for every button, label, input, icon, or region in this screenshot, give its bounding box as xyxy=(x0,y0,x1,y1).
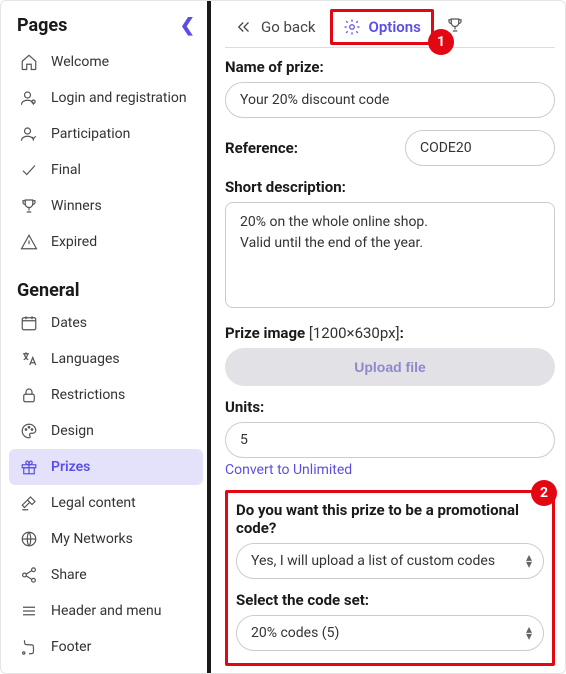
sidebar-item-footer[interactable]: Footer xyxy=(9,629,203,665)
main-panel: Go back Options 1 Name of prize: Referen… xyxy=(211,1,565,673)
codeset-select[interactable]: 20% codes (5) xyxy=(236,615,544,651)
convert-unlimited-link[interactable]: Convert to Unlimited xyxy=(225,462,352,478)
calendar-icon xyxy=(19,313,39,333)
nav-label: Footer xyxy=(51,639,91,655)
palette-icon xyxy=(19,421,39,441)
nav-label: Welcome xyxy=(51,54,109,70)
nav-label: Design xyxy=(51,423,94,439)
sidebar-item-design[interactable]: Design xyxy=(9,413,203,449)
name-of-prize-label: Name of prize: xyxy=(225,58,555,76)
sidebar: Pages ❮ Welcome Login and registration P… xyxy=(1,1,211,673)
user-check-icon xyxy=(19,124,39,144)
promotional-code-section: 2 Do you want this prize to be a promoti… xyxy=(225,490,555,666)
nav-label: Participation xyxy=(51,126,130,142)
sidebar-item-prizes[interactable]: Prizes xyxy=(9,449,203,485)
sidebar-item-final[interactable]: Final xyxy=(9,152,203,188)
home-icon xyxy=(19,52,39,72)
check-icon xyxy=(19,160,39,180)
promo-question-label: Do you want this prize to be a promotion… xyxy=(236,501,544,537)
nav-label: Dates xyxy=(51,315,87,331)
nav-label: Winners xyxy=(51,198,102,214)
lock-icon xyxy=(19,385,39,405)
sidebar-item-restrictions[interactable]: Restrictions xyxy=(9,377,203,413)
translate-icon xyxy=(19,349,39,369)
options-label: Options xyxy=(369,18,421,36)
go-back-button[interactable]: Go back xyxy=(225,12,326,42)
sidebar-item-languages[interactable]: Languages xyxy=(9,341,203,377)
user-plus-icon xyxy=(19,88,39,108)
nav-label: My Networks xyxy=(51,531,133,547)
sidebar-item-networks[interactable]: My Networks xyxy=(9,521,203,557)
warning-icon xyxy=(19,232,39,252)
chevrons-left-icon xyxy=(235,18,253,36)
units-input[interactable] xyxy=(225,422,555,458)
codeset-label: Select the code set: xyxy=(236,591,544,609)
nav-label: Final xyxy=(51,162,81,178)
nav-label: Login and registration xyxy=(51,90,187,106)
sidebar-item-legal[interactable]: Legal content xyxy=(9,485,203,521)
nav-label: Languages xyxy=(51,351,120,367)
short-description-textarea[interactable] xyxy=(225,202,555,308)
name-of-prize-input[interactable] xyxy=(225,82,555,118)
units-label: Units: xyxy=(225,398,555,416)
nav-label: Prizes xyxy=(51,459,90,475)
sidebar-item-welcome[interactable]: Welcome xyxy=(9,44,203,80)
footer-icon xyxy=(19,637,39,657)
reference-input[interactable] xyxy=(405,130,555,166)
collapse-sidebar-icon[interactable]: ❮ xyxy=(180,15,195,36)
menu-icon xyxy=(19,601,39,621)
sidebar-item-expired[interactable]: Expired xyxy=(9,224,203,260)
short-description-label: Short description: xyxy=(225,178,555,196)
annotation-badge-2: 2 xyxy=(531,480,557,506)
prize-image-colon: : xyxy=(400,324,404,342)
options-tab[interactable]: Options xyxy=(330,9,434,45)
gift-icon xyxy=(19,457,39,477)
prize-image-label: Prize image [1200×630px]: xyxy=(225,324,555,342)
trophy-icon xyxy=(19,196,39,216)
sidebar-item-share[interactable]: Share xyxy=(9,557,203,593)
sidebar-item-header-menu[interactable]: Header and menu xyxy=(9,593,203,629)
sidebar-item-dates[interactable]: Dates xyxy=(9,305,203,341)
sidebar-title-pages: Pages xyxy=(17,15,67,36)
sidebar-title-general: General xyxy=(9,274,203,305)
reference-label: Reference: xyxy=(225,139,395,157)
nav-label: Expired xyxy=(51,234,97,250)
prize-image-dim: [1200×630px] xyxy=(305,324,399,342)
sidebar-item-participation[interactable]: Participation xyxy=(9,116,203,152)
upload-file-button[interactable]: Upload file xyxy=(225,348,555,386)
topbar: Go back Options xyxy=(225,9,555,48)
prize-image-label-text: Prize image xyxy=(225,324,305,342)
nav-label: Legal content xyxy=(51,495,136,511)
nav-label: Restrictions xyxy=(51,387,125,403)
nav-label: Header and menu xyxy=(51,603,161,619)
gear-icon xyxy=(343,18,361,36)
globe-icon xyxy=(19,529,39,549)
promo-select[interactable]: Yes, I will upload a list of custom code… xyxy=(236,543,544,579)
annotation-badge-1: 1 xyxy=(428,29,454,55)
share-icon xyxy=(19,565,39,585)
sidebar-item-winners[interactable]: Winners xyxy=(9,188,203,224)
sidebar-item-login[interactable]: Login and registration xyxy=(9,80,203,116)
nav-label: Share xyxy=(51,567,87,583)
go-back-label: Go back xyxy=(261,18,316,36)
gavel-icon xyxy=(19,493,39,513)
